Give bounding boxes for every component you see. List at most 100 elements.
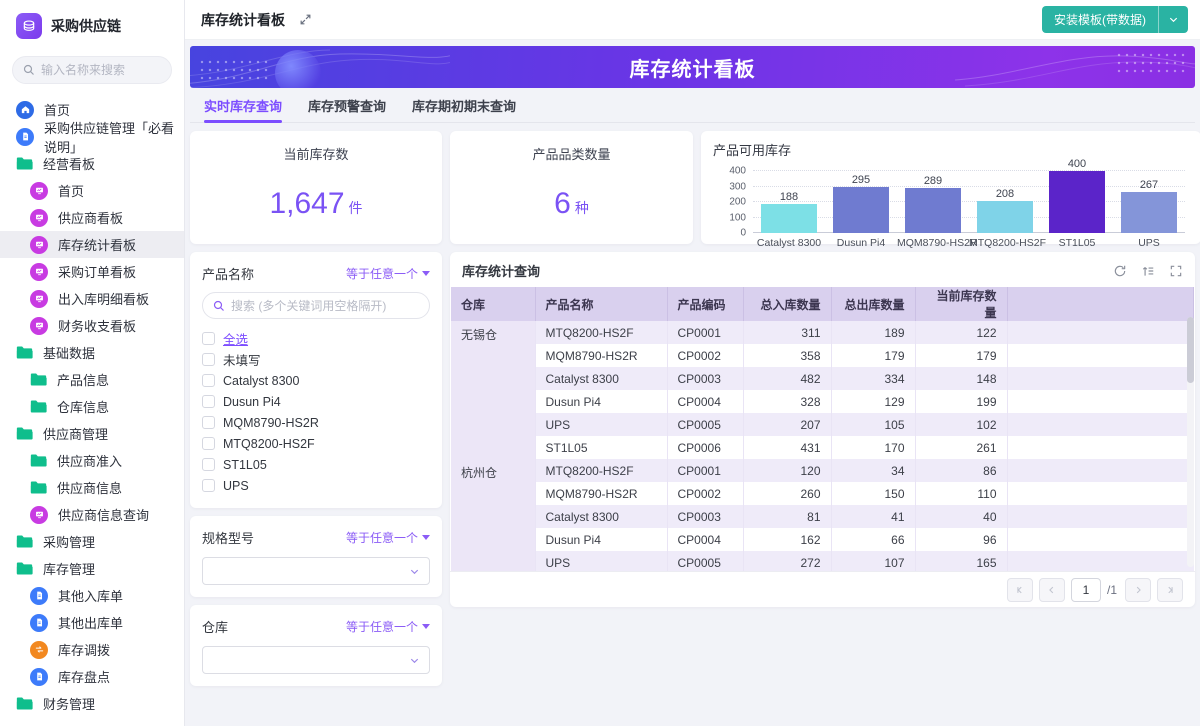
table-cell: 328	[743, 390, 832, 413]
sidebar-item[interactable]: 其他入库单	[0, 582, 184, 609]
filter-option[interactable]: UPS	[202, 475, 430, 496]
table-row[interactable]: 无锡仓 MTQ8200-HS2F CP0001 311 189 122	[451, 321, 1194, 459]
table-scrollbar-thumb[interactable]	[1187, 317, 1194, 383]
sidebar-item[interactable]: 基础数据	[0, 339, 184, 366]
filter-operator-dropdown[interactable]: 等于任意一个	[346, 265, 430, 282]
bar[interactable]	[1121, 191, 1177, 233]
column-settings-icon[interactable]	[1141, 264, 1155, 278]
bar[interactable]	[833, 187, 889, 233]
table-row[interactable]: ST1L05 CP0006 431 170 261	[451, 436, 1194, 459]
checkbox[interactable]	[202, 353, 215, 366]
filter-search-input[interactable]	[231, 298, 401, 313]
checkbox[interactable]	[202, 416, 215, 429]
table-row[interactable]: Catalyst 8300 CP0003 81 41 40	[451, 505, 1194, 528]
table-cell: Dusun Pi4	[535, 390, 668, 413]
filter-option[interactable]: Catalyst 8300	[202, 370, 430, 391]
tab-item[interactable]: 库存期初期末查询	[412, 88, 516, 123]
table-row[interactable]: Catalyst 8300 CP0003 482 334 148	[451, 367, 1194, 390]
prev-page-button[interactable]	[1038, 577, 1065, 602]
folder-icon	[30, 371, 47, 388]
sidebar-item[interactable]: 其他出库单	[0, 609, 184, 636]
sidebar-item[interactable]: 库存统计看板	[0, 231, 184, 258]
table-column-header: 总出库数量	[831, 287, 916, 321]
sidebar-item[interactable]: 产品信息	[0, 366, 184, 393]
sidebar-item[interactable]: 供应商信息查询	[0, 501, 184, 528]
checkbox[interactable]	[202, 332, 215, 345]
sidebar-item-label: 经营看板	[43, 157, 96, 172]
topbar: 库存统计看板 安装模板(带数据)	[185, 0, 1200, 40]
sidebar-item[interactable]: 供应商信息	[0, 474, 184, 501]
bar[interactable]	[905, 188, 961, 233]
page-title: 库存统计看板	[201, 11, 285, 28]
filter-option[interactable]: 全选	[202, 328, 430, 349]
filter-option[interactable]: Dusun Pi4	[202, 391, 430, 412]
folder-icon	[30, 479, 47, 496]
bar[interactable]	[1049, 171, 1105, 233]
sidebar-item[interactable]: 财务收支看板	[0, 312, 184, 339]
table-scrollbar[interactable]	[1187, 317, 1194, 567]
filter-option[interactable]: MTQ8200-HS2F	[202, 433, 430, 454]
first-page-button[interactable]	[1006, 577, 1033, 602]
checkbox[interactable]	[202, 479, 215, 492]
sidebar-item-label: 产品信息	[57, 373, 110, 388]
filter-options-list: 全选 未填写 Catalyst 8300 Dusun Pi4 MQM8790-HS2R M…	[202, 328, 430, 496]
table-column-header: 产品名称	[535, 287, 668, 321]
sidebar-item-label: 库存管理	[43, 562, 96, 577]
sidebar-item[interactable]: 首页	[0, 177, 184, 204]
table-row[interactable]: Dusun Pi4 CP0004 162 66 96	[451, 528, 1194, 551]
next-page-button[interactable]	[1125, 577, 1151, 602]
sidebar-search[interactable]	[12, 56, 172, 84]
table-row[interactable]: 杭州仓 MTQ8200-HS2F CP0001 120 34 86	[451, 459, 1194, 572]
sidebar-item[interactable]: 供应商准入	[0, 447, 184, 474]
sidebar-item[interactable]: 仓库信息	[0, 393, 184, 420]
sidebar-item-label: 财务管理	[43, 697, 96, 712]
sidebar-item[interactable]: 供应商管理	[0, 420, 184, 447]
checkbox[interactable]	[202, 437, 215, 450]
warehouse-select[interactable]	[202, 646, 430, 674]
filter-label: 产品名称	[202, 267, 255, 282]
bar[interactable]	[761, 203, 817, 233]
table-scroll-area[interactable]: 仓库 产品名称 产品编码 总入库数量 总出库数量 当前库存数量 无锡仓 MTQ8200-HS2…	[451, 287, 1194, 572]
filter-search[interactable]	[202, 292, 430, 319]
filter-operator-dropdown[interactable]: 等于任意一个	[346, 618, 430, 635]
table-row[interactable]: Dusun Pi4 CP0004 328 129 199	[451, 390, 1194, 413]
sidebar-item[interactable]: 采购供应链管理「必看说明」	[0, 121, 184, 155]
expand-icon[interactable]	[299, 13, 312, 26]
x-axis-label: Catalyst 8300	[756, 237, 822, 249]
checkbox[interactable]	[202, 374, 215, 387]
sidebar-item[interactable]: 供应商看板	[0, 204, 184, 231]
sidebar-item[interactable]: 采购订单看板	[0, 258, 184, 285]
sidebar-search-input[interactable]	[41, 63, 171, 77]
refresh-icon[interactable]	[1113, 264, 1127, 278]
filter-operator-dropdown[interactable]: 等于任意一个	[346, 529, 430, 546]
filter-option[interactable]: ST1L05	[202, 454, 430, 475]
sidebar-item[interactable]: 库存调拨	[0, 636, 184, 663]
filter-option[interactable]: 未填写	[202, 349, 430, 370]
bar[interactable]	[977, 200, 1033, 233]
page-number-input[interactable]	[1070, 577, 1101, 602]
last-page-button[interactable]	[1157, 577, 1183, 602]
filter-option[interactable]: MQM8790-HS2R	[202, 412, 430, 433]
sidebar-item[interactable]: 财务管理	[0, 690, 184, 717]
table-row[interactable]: UPS CP0005 207 105 102	[451, 413, 1194, 436]
install-template-button[interactable]: 安装模板(带数据)	[1042, 6, 1188, 33]
sidebar-item[interactable]: 库存管理	[0, 555, 184, 582]
spec-model-select[interactable]	[202, 557, 430, 585]
table-row[interactable]: UPS CP0005 272 107 165	[451, 551, 1194, 572]
fullscreen-icon[interactable]	[1169, 264, 1183, 278]
tab-item[interactable]: 实时库存查询	[204, 88, 283, 123]
sidebar-item-label: 供应商准入	[57, 454, 123, 469]
table-row[interactable]: MQM8790-HS2R CP0002 260 150 110	[451, 482, 1194, 505]
table-row[interactable]: MQM8790-HS2R CP0002 358 179 179	[451, 344, 1194, 367]
checkbox[interactable]	[202, 395, 215, 408]
chevron-down-icon[interactable]	[1159, 14, 1188, 25]
sidebar-item[interactable]: 库存盘点	[0, 663, 184, 690]
checkbox[interactable]	[202, 458, 215, 471]
tab-item[interactable]: 库存预警查询	[308, 88, 386, 123]
sidebar-item[interactable]: 出入库明细看板	[0, 285, 184, 312]
sidebar-nav: 首页 采购供应链管理「必看说明」 经营看板 首页 供应商看板 库存统计看板 采购订单看板 出入…	[0, 94, 184, 725]
inventory-table-card: 库存统计查询 仓库 产品名称 产品编码 总入库数量 总出库数量 当前库存数量 无…	[450, 252, 1195, 607]
sidebar-item-label: 采购供应链管理「必看说明」	[44, 120, 175, 155]
x-axis-label: MTQ8200-HS2F	[969, 237, 1047, 249]
sidebar-item[interactable]: 采购管理	[0, 528, 184, 555]
